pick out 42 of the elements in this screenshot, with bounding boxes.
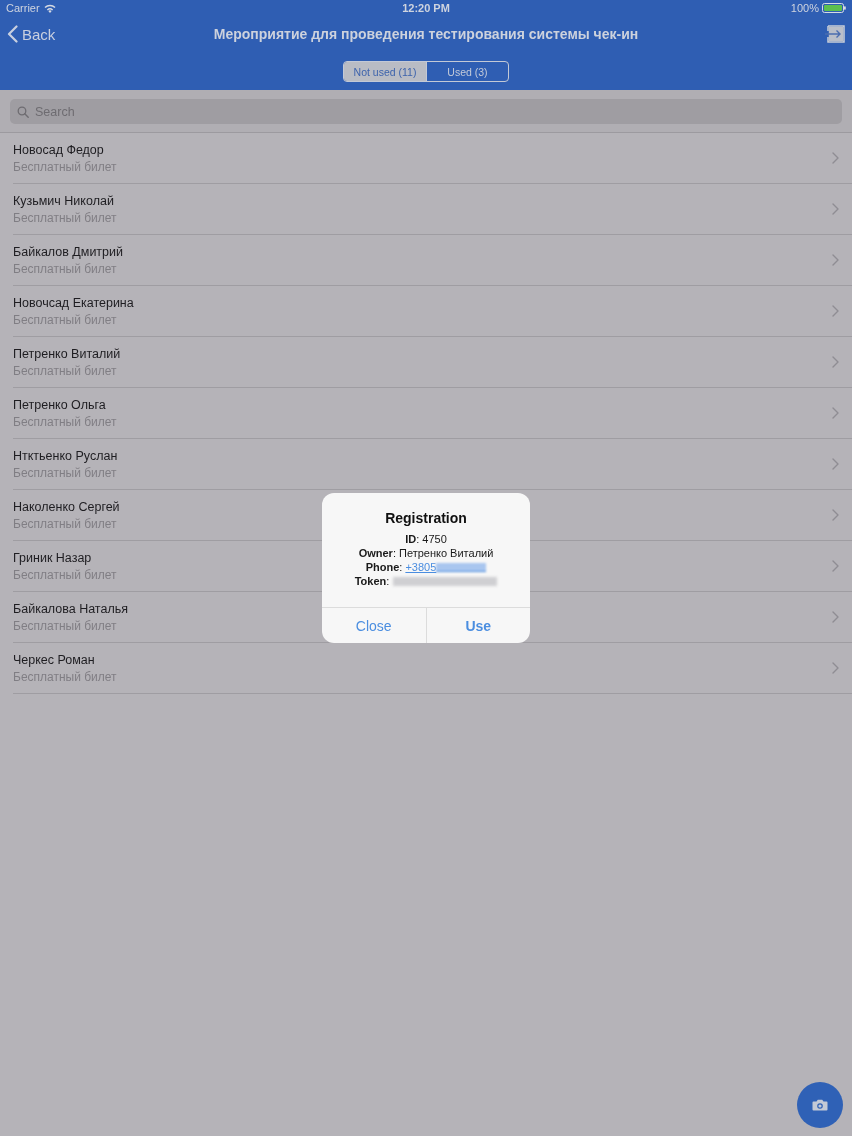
camera-button[interactable] [797, 1082, 843, 1128]
phone-label: Phone: [365, 560, 403, 574]
chevron-right-icon [832, 203, 839, 215]
attendee-name: Петренко Виталий [13, 345, 121, 363]
arrow-into-box-icon [825, 25, 845, 43]
arrow-into-box-button[interactable] [825, 25, 845, 43]
chevron-right-icon [832, 458, 839, 470]
chevron-right-icon [832, 356, 839, 368]
attendee-name: Байкалова Наталья [13, 600, 128, 618]
search-icon [17, 105, 29, 118]
token-label: Token: [354, 574, 390, 588]
battery-percent: 100% [790, 2, 819, 14]
chevron-right-icon [832, 254, 839, 266]
attendee-name: Гриник Назар [13, 549, 92, 567]
back-button[interactable]: Back [0, 24, 62, 44]
attendee-name: Наколенко Сергей [13, 498, 120, 516]
chevron-right-icon [832, 509, 839, 521]
attendee-name: Петренко Ольга [13, 396, 106, 414]
attendee-name: Нтктьенко Руслан [13, 447, 118, 465]
wifi-icon [43, 3, 56, 13]
chevron-left-icon [7, 25, 18, 43]
blurred-phone-digits [436, 562, 487, 572]
event-title: Мероприятие для проведения тестирования системы чек-ин [212, 26, 640, 42]
chevron-right-icon [832, 407, 839, 419]
status-time: 12:20 PM [402, 2, 450, 14]
attendee-name: Новосад Федор [13, 141, 104, 159]
segment-tab[interactable]: Used (3) [426, 62, 508, 81]
attendee-name: Байкалов Дмитрий [13, 243, 124, 261]
dialog-detail-line: ID: 4750 [405, 532, 447, 546]
attendee-name: Черкес Роман [13, 651, 95, 669]
chevron-right-icon [832, 305, 839, 317]
camera-icon [812, 1099, 828, 1111]
chevron-right-icon [832, 560, 839, 572]
attendee-name: Новочсад Екатерина [13, 294, 134, 312]
dialog-title: Registration [384, 509, 468, 527]
dialog-detail-line: Owner: Петренко Виталий [358, 546, 494, 560]
carrier-label: Carrier [6, 2, 40, 14]
attendee-name: Кузьмич Николай [13, 192, 114, 210]
chevron-right-icon [832, 662, 839, 674]
chevron-right-icon [832, 152, 839, 164]
battery-icon [822, 3, 846, 13]
chevron-right-icon [832, 611, 839, 623]
